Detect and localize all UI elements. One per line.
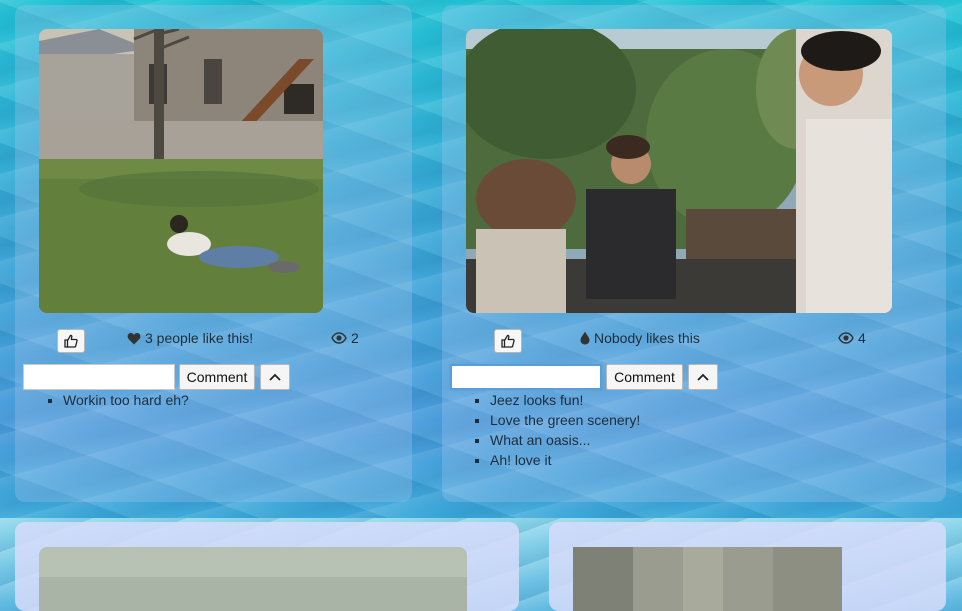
photo-friends-image (466, 29, 892, 313)
comment-item: Ah! love it (490, 450, 640, 470)
droplet-icon (580, 331, 590, 345)
comment-item: Love the green scenery! (490, 410, 640, 430)
chevron-up-icon (269, 373, 281, 381)
post-photo-1[interactable] (39, 29, 323, 313)
thumbs-up-icon (501, 334, 515, 348)
collapse-comments-button[interactable] (260, 364, 290, 390)
comment-button[interactable]: Comment (179, 364, 255, 390)
chevron-up-icon (697, 373, 709, 381)
post-card-3 (15, 522, 519, 611)
heart-icon (127, 332, 141, 344)
like-button[interactable] (494, 329, 522, 353)
view-count: 4 (838, 330, 866, 346)
view-count: 2 (331, 330, 359, 346)
thumbs-up-icon (64, 334, 78, 348)
like-button[interactable] (57, 329, 85, 353)
comment-item: Jeez looks fun! (490, 390, 640, 410)
eye-icon (838, 332, 854, 344)
collapse-comments-button[interactable] (688, 364, 718, 390)
likes-summary: 3 people like this! (127, 330, 253, 346)
comment-list: Jeez looks fun! Love the green scenery! … (470, 390, 640, 470)
eye-icon (331, 332, 347, 344)
view-count-value: 4 (858, 330, 866, 346)
comment-item: Workin too hard eh? (63, 390, 189, 410)
post-photo-3[interactable] (39, 547, 467, 611)
likes-text: 3 people like this! (145, 330, 254, 346)
photo-landscape-image (39, 547, 467, 611)
comment-item: What an oasis... (490, 430, 640, 450)
comment-list: Workin too hard eh? (43, 390, 189, 410)
post-card-1: 3 people like this! 2 Comment Workin too… (15, 5, 412, 502)
likes-text: Nobody likes this (594, 330, 700, 346)
view-count-value: 2 (351, 330, 359, 346)
post-photo-2[interactable] (466, 29, 892, 313)
photo-yard-image (39, 29, 323, 313)
post-card-2: Nobody likes this 4 Comment Jeez looks f… (442, 5, 946, 502)
post-card-4 (549, 522, 946, 611)
comment-input[interactable] (450, 364, 602, 390)
comment-button[interactable]: Comment (606, 364, 683, 390)
likes-summary: Nobody likes this (580, 330, 700, 346)
comment-input[interactable] (23, 364, 175, 390)
post-photo-4[interactable] (573, 547, 842, 611)
photo-wall-image (573, 547, 842, 611)
